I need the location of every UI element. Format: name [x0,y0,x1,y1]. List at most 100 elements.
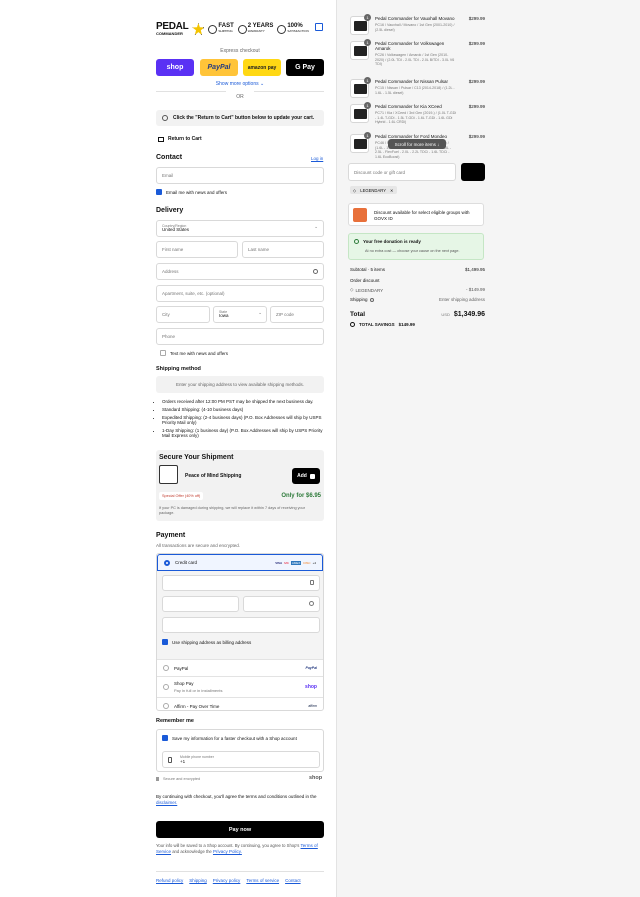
text-news-checkbox[interactable]: Text me with news and offers [160,350,228,356]
contact-link[interactable]: Contact [285,878,301,883]
discover-icon: DISC [303,560,311,565]
govx-banner[interactable]: Discount available for select eligible g… [348,203,484,226]
brand-logo[interactable]: PEDAL COMMANDER [156,21,189,36]
amex-icon: AMEX [290,560,302,565]
paypal-option[interactable]: PayPal PayPal [157,659,323,676]
truck-icon [208,24,218,34]
credit-card-label: Credit card [175,560,198,565]
phone-icon [168,757,172,763]
first-name-field[interactable]: First name [156,241,238,258]
item-price: $299.99 [468,41,485,46]
info-icon [162,115,168,121]
remember-me-box: Save my information for a faster checkou… [156,729,324,772]
mobile-phone-field[interactable]: Mobile phone number +1 [162,751,320,768]
phone-field[interactable]: Phone [156,328,324,345]
terms-body: By continuing with checkout, you'll agre… [156,794,317,799]
paypal-button[interactable]: PayPal [200,59,238,76]
shipping-label: Shipping [350,297,368,302]
affirm-logo: affirm [308,704,317,708]
shipping-link[interactable]: Shipping [189,878,207,883]
address-field[interactable]: Address [156,263,324,280]
show-more-options-link[interactable]: Show more options ⌄ [156,81,324,87]
lock-icon [156,777,159,781]
item-name: Pedal Commander for Kia XCeed [375,104,442,109]
footer-links: Refund policy Shipping Privacy policy Te… [156,878,301,883]
help-icon[interactable] [369,297,374,302]
item-price: $299.99 [468,134,485,139]
warranty-badge: 2 YEARS WARRANTY [237,23,273,34]
shop-pay-label: Shop Pay [174,681,194,686]
card-form: Use shipping address as billing address [157,571,323,659]
discount-tag-label: LEGENDARY [360,187,386,193]
amazon-pay-button[interactable]: amazon pay [243,59,281,76]
login-link[interactable]: Log in [311,156,323,161]
product-image: 1 [350,132,371,153]
shop-note-body: Your info will be saved to a Shop accoun… [156,843,300,848]
total-savings: TOTAL SAVINGS $149.99 [350,322,415,327]
check-circle-icon [354,239,359,244]
checkbox-checked-icon [162,639,168,645]
apply-discount-button[interactable] [461,163,485,181]
address-placeholder: Address [162,269,179,274]
subtotal-value: $1,499.95 [464,267,485,272]
checkbox-checked-icon [162,735,168,741]
secure-shipment-title: Secure Your Shipment [159,454,234,461]
donation-title-text: Your free donation is ready [363,239,421,244]
expiry-field[interactable] [162,596,239,612]
quantity-badge: 1 [364,14,371,21]
terms-of-service-link[interactable]: Terms of service [246,878,279,883]
lock-icon [310,580,314,585]
secure-encrypted-note: Secure and encrypted [156,777,200,781]
pay-now-button[interactable]: Pay now [156,821,324,838]
email-news-checkbox[interactable]: Email me with news and offers [156,189,227,195]
visa-icon: VISA [275,560,283,565]
state-select[interactable]: State Iowa ⌄ [213,306,267,323]
offer-price: Only for $6.95 [281,493,321,499]
refund-policy-link[interactable]: Refund policy [156,878,183,883]
discount-code-field[interactable]: Discount code or gift card [348,163,456,181]
city-field[interactable]: City [156,306,210,323]
billing-address-checkbox[interactable]: Use shipping address as billing address [162,639,251,645]
divider [254,91,324,92]
name-on-card-field[interactable] [162,617,320,633]
add-label: Add [297,473,307,479]
payment-title: Payment [156,532,186,539]
cart-notice-text: Click the "Return to Cart" button below … [173,115,315,121]
cart-icon[interactable] [315,23,323,31]
shop-logo: shop [309,775,323,781]
item-price: $299.99 [468,104,485,109]
credit-card-option[interactable]: Credit card VISA MC AMEX DISC +4 [157,554,323,571]
return-to-cart-link[interactable]: Return to Cart [158,136,202,142]
privacy-policy-link[interactable]: Privacy policy [213,878,241,883]
cart-item: 1 Pedal Commander for Kia XCeed PC71 / Kia… [350,102,485,126]
mastercard-icon: MC [284,560,289,565]
add-protection-button[interactable]: Add [292,468,320,484]
satisfaction-badge: 100% SATISFACTION [277,23,309,34]
google-pay-button[interactable]: G Pay [286,59,324,76]
card-number-field[interactable] [162,575,320,591]
shipping-note: Orders received after 12:00 PM PST may b… [162,399,324,404]
subtotal-row: Subtotal · 5 items $1,499.95 [350,267,485,272]
bag-icon [309,473,315,479]
close-icon[interactable]: ✕ [390,188,394,193]
country-select[interactable]: Country/Region United States ⌄ [156,220,324,237]
apartment-field[interactable]: Apartment, suite, etc. (optional) [156,285,324,302]
shop-privacy-link[interactable]: Privacy Policy. [213,849,242,854]
affirm-option[interactable]: Affirm - Pay Over Time affirm [157,697,323,710]
scroll-tooltip[interactable]: Scroll for more items ↓ [388,139,446,149]
zip-field[interactable]: ZIP code [270,306,324,323]
cart-item: 1 Pedal Commander for Nissan Pulsar PC15 /… [350,77,485,101]
shop-pay-button[interactable]: shop [156,59,194,76]
quantity-badge: 1 [364,77,371,84]
quantity-badge: 1 [364,39,371,46]
security-code-field[interactable] [243,596,320,612]
save-info-label: Save my information for a faster checkou… [172,735,297,741]
item-price: $299.99 [468,79,485,84]
help-icon [309,601,314,606]
email-field[interactable]: Email [156,167,324,184]
last-name-field[interactable]: Last name [242,241,324,258]
shop-pay-option[interactable]: Shop Pay Pay in full or in installments sh… [157,676,323,697]
shield-icon [237,24,247,34]
disclaimer-link[interactable]: disclaimer. [156,800,177,805]
save-info-checkbox[interactable]: Save my information for a faster checkou… [162,735,297,741]
